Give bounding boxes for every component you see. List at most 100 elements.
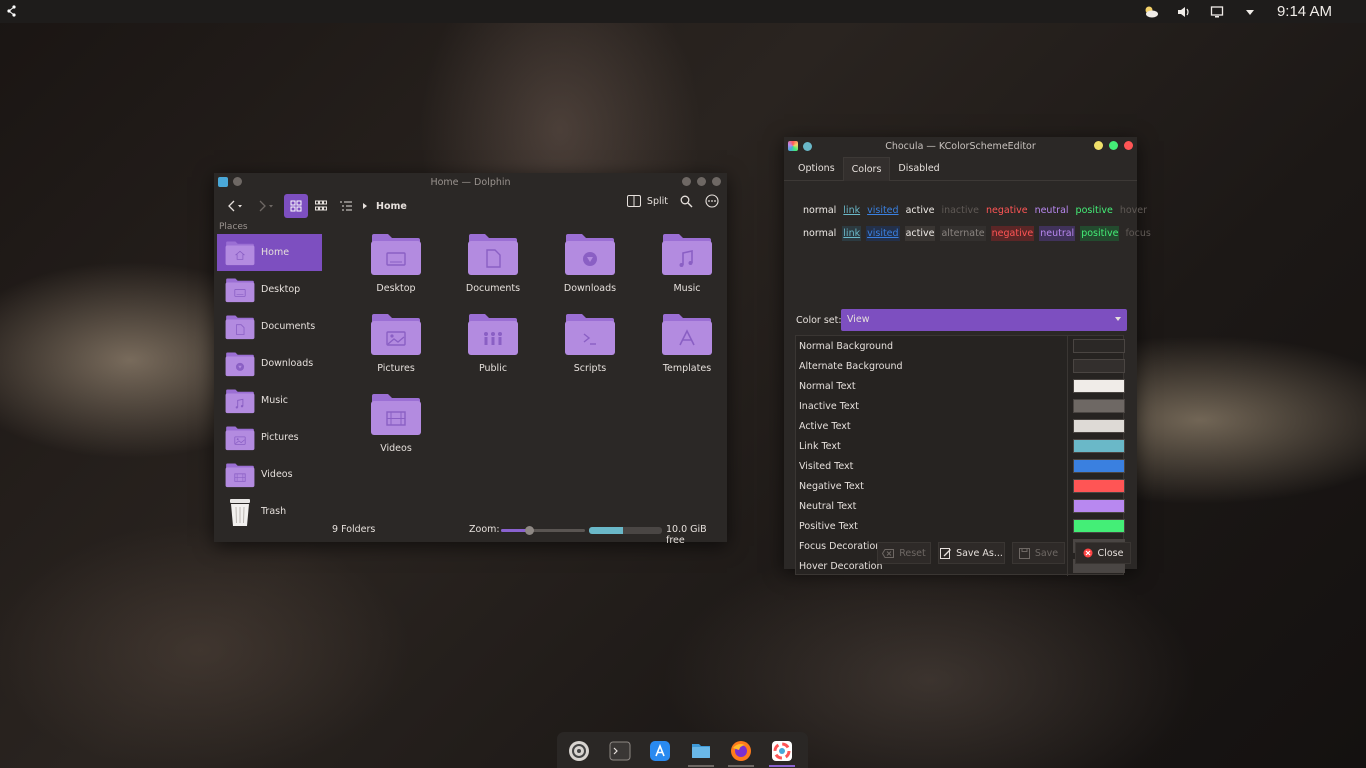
color-row[interactable]: Positive Text bbox=[796, 516, 1125, 536]
color-row[interactable]: Neutral Text bbox=[796, 496, 1125, 516]
sidebar-item-documents[interactable]: Documents bbox=[217, 308, 322, 345]
clock[interactable]: 9:14 AM bbox=[1277, 3, 1332, 20]
color-swatch-button[interactable] bbox=[1073, 479, 1125, 493]
color-swatch-button[interactable] bbox=[1073, 419, 1125, 433]
details-view-button[interactable] bbox=[334, 194, 358, 218]
sidebar-item-videos[interactable]: Videos bbox=[217, 456, 322, 493]
breadcrumb-arrow-icon[interactable] bbox=[362, 202, 368, 210]
compact-view-icon bbox=[315, 200, 327, 211]
preview-visited: visited bbox=[867, 205, 899, 216]
minimize-button[interactable] bbox=[1094, 141, 1103, 150]
icons-view-button[interactable] bbox=[284, 194, 308, 218]
preview-normal: normal bbox=[803, 205, 837, 216]
color-scheme-editor-icon[interactable] bbox=[771, 740, 793, 762]
column-divider bbox=[1067, 416, 1068, 436]
color-row[interactable]: Inactive Text bbox=[796, 396, 1125, 416]
split-button[interactable]: Split bbox=[647, 196, 668, 207]
pictures-folder-icon bbox=[225, 424, 255, 452]
color-row[interactable]: Visited Text bbox=[796, 456, 1125, 476]
preview-active: active bbox=[905, 205, 935, 216]
disk-usage-bar bbox=[589, 527, 662, 534]
folder-documents[interactable]: Documents bbox=[445, 232, 541, 294]
close-button[interactable] bbox=[712, 177, 721, 186]
sidebar-item-downloads[interactable]: Downloads bbox=[217, 345, 322, 382]
sidebar-item-home[interactable]: Home bbox=[217, 234, 322, 271]
tray-expand-icon[interactable] bbox=[1242, 4, 1258, 20]
weather-icon[interactable] bbox=[1143, 4, 1159, 20]
editor-titlebar[interactable]: Chocula — KColorSchemeEditor bbox=[784, 137, 1137, 155]
folder-videos[interactable]: Videos bbox=[348, 392, 444, 454]
preview-hover: hover bbox=[1119, 205, 1148, 216]
folder-downloads[interactable]: Downloads bbox=[542, 232, 638, 294]
color-row[interactable]: Normal Background bbox=[796, 336, 1125, 356]
sidebar-item-music[interactable]: Music bbox=[217, 382, 322, 419]
back-button[interactable] bbox=[222, 194, 248, 218]
home-icon bbox=[225, 239, 255, 267]
folder-public[interactable]: Public bbox=[445, 312, 541, 374]
color-row[interactable]: Normal Text bbox=[796, 376, 1125, 396]
tab-colors[interactable]: Colors bbox=[842, 157, 891, 181]
maximize-button[interactable] bbox=[1109, 141, 1118, 150]
color-role-name: Active Text bbox=[799, 420, 851, 432]
display-icon[interactable] bbox=[1209, 4, 1225, 20]
top-panel: 9:14 AM bbox=[0, 0, 1366, 23]
pin-icon[interactable] bbox=[233, 177, 242, 186]
app-launcher-icon[interactable] bbox=[5, 4, 19, 18]
color-swatch-button[interactable] bbox=[1073, 399, 1125, 413]
folder-templates[interactable]: Templates bbox=[639, 312, 735, 374]
close-button[interactable] bbox=[1124, 141, 1133, 150]
color-role-name: Link Text bbox=[799, 440, 841, 452]
firefox-icon[interactable] bbox=[730, 740, 752, 762]
search-icon[interactable] bbox=[680, 195, 693, 208]
tab-disabled[interactable]: Disabled bbox=[890, 157, 947, 181]
forward-button[interactable] bbox=[252, 194, 280, 218]
folder-pictures[interactable]: Pictures bbox=[348, 312, 444, 374]
preview-negative: negative bbox=[990, 226, 1035, 241]
folder-scripts[interactable]: Scripts bbox=[542, 312, 638, 374]
sidebar-item-pictures[interactable]: Pictures bbox=[217, 419, 322, 456]
folder-music[interactable]: Music bbox=[639, 232, 735, 294]
close-dialog-button[interactable]: Close bbox=[1075, 542, 1131, 564]
minimize-button[interactable] bbox=[682, 177, 691, 186]
documents-folder-icon bbox=[225, 313, 255, 341]
color-role-name: Negative Text bbox=[799, 480, 864, 492]
color-row[interactable]: Negative Text bbox=[796, 476, 1125, 496]
files-icon[interactable] bbox=[690, 740, 712, 762]
preview-neutral: neutral bbox=[1039, 226, 1076, 241]
sidebar-item-desktop[interactable]: Desktop bbox=[217, 271, 322, 308]
color-swatch-button[interactable] bbox=[1073, 339, 1125, 353]
folder-desktop[interactable]: Desktop bbox=[348, 232, 444, 294]
tab-options[interactable]: Options bbox=[790, 157, 843, 181]
color-set-dropdown[interactable]: View bbox=[841, 309, 1127, 331]
reset-button[interactable]: Reset bbox=[877, 542, 931, 564]
dolphin-app-icon[interactable] bbox=[218, 177, 228, 187]
color-swatch-button[interactable] bbox=[1073, 379, 1125, 393]
zoom-slider[interactable] bbox=[501, 526, 585, 535]
settings-icon[interactable] bbox=[568, 740, 590, 762]
sidebar-item-label: Videos bbox=[261, 469, 293, 480]
menu-icon[interactable] bbox=[705, 194, 719, 208]
color-swatch-button[interactable] bbox=[1073, 439, 1125, 453]
color-row[interactable]: Active Text bbox=[796, 416, 1125, 436]
compact-view-button[interactable] bbox=[309, 194, 333, 218]
maximize-button[interactable] bbox=[697, 177, 706, 186]
dolphin-titlebar[interactable]: Home — Dolphin bbox=[214, 173, 727, 191]
color-swatch-button[interactable] bbox=[1073, 459, 1125, 473]
color-swatch-button[interactable] bbox=[1073, 499, 1125, 513]
color-swatch-button[interactable] bbox=[1073, 519, 1125, 533]
color-role-name: Positive Text bbox=[799, 520, 858, 532]
volume-icon[interactable] bbox=[1176, 4, 1192, 20]
color-swatch-button[interactable] bbox=[1073, 359, 1125, 373]
color-row[interactable]: Alternate Background bbox=[796, 356, 1125, 376]
split-icon[interactable] bbox=[626, 195, 641, 207]
color-row[interactable]: Link Text bbox=[796, 436, 1125, 456]
preview-active: active bbox=[904, 226, 936, 241]
terminal-icon[interactable] bbox=[609, 740, 631, 762]
zoom-slider-handle[interactable] bbox=[524, 526, 534, 535]
app-store-icon[interactable] bbox=[649, 740, 671, 762]
save-as-button[interactable]: Save As... bbox=[938, 542, 1005, 564]
pin-icon[interactable] bbox=[803, 141, 812, 151]
save-button[interactable]: Save bbox=[1012, 542, 1065, 564]
breadcrumb[interactable]: Home bbox=[376, 201, 407, 212]
editor-app-icon[interactable] bbox=[788, 141, 798, 151]
